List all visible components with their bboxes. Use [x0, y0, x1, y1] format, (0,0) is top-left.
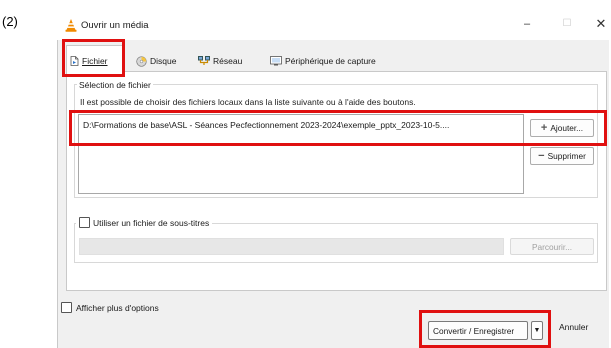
highlight-fichier-tab [62, 39, 125, 77]
subtitles-checkbox-row[interactable]: Utiliser un fichier de sous-titres [76, 217, 213, 228]
highlight-file-row [69, 110, 607, 146]
minimize-button[interactable]: – [520, 16, 534, 32]
tab-reseau-label: Réseau [213, 56, 243, 66]
browse-subtitle-button: Parcourir... [510, 238, 594, 255]
network-icon [198, 56, 210, 65]
close-button[interactable]: ✕ [594, 16, 608, 32]
more-options-row[interactable]: Afficher plus d'options [61, 302, 159, 313]
cancel-button[interactable]: Annuler [559, 322, 588, 332]
disc-icon [136, 55, 147, 67]
window-title: Ouvrir un média [81, 20, 149, 31]
tab-peripherique[interactable]: Périphérique de capture [270, 51, 376, 71]
remove-icon: − [538, 150, 545, 162]
file-selection-help-text: Il est possible de choisir des fichiers … [80, 97, 416, 107]
tab-reseau[interactable]: Réseau [198, 51, 242, 71]
maximize-button[interactable]: ☐ [560, 16, 574, 32]
tab-disque[interactable]: Disque [136, 51, 176, 71]
step-label: (2) [2, 14, 18, 29]
file-selection-title: Sélection de fichier [77, 80, 153, 90]
vlc-cone-icon [65, 19, 77, 32]
highlight-convert-button [419, 310, 551, 348]
subtitle-file-input [79, 238, 504, 255]
more-options-checkbox[interactable] [61, 302, 72, 313]
tab-peripherique-label: Périphérique de capture [285, 56, 376, 66]
remove-file-label: Supprimer [547, 151, 586, 161]
more-options-label: Afficher plus d'options [76, 302, 159, 313]
subtitles-checkbox-label: Utiliser un fichier de sous-titres [93, 217, 210, 228]
subtitles-checkbox[interactable] [79, 217, 90, 228]
tab-disque-label: Disque [150, 56, 177, 66]
capture-device-icon [270, 56, 282, 66]
remove-file-button[interactable]: − Supprimer [530, 147, 594, 165]
